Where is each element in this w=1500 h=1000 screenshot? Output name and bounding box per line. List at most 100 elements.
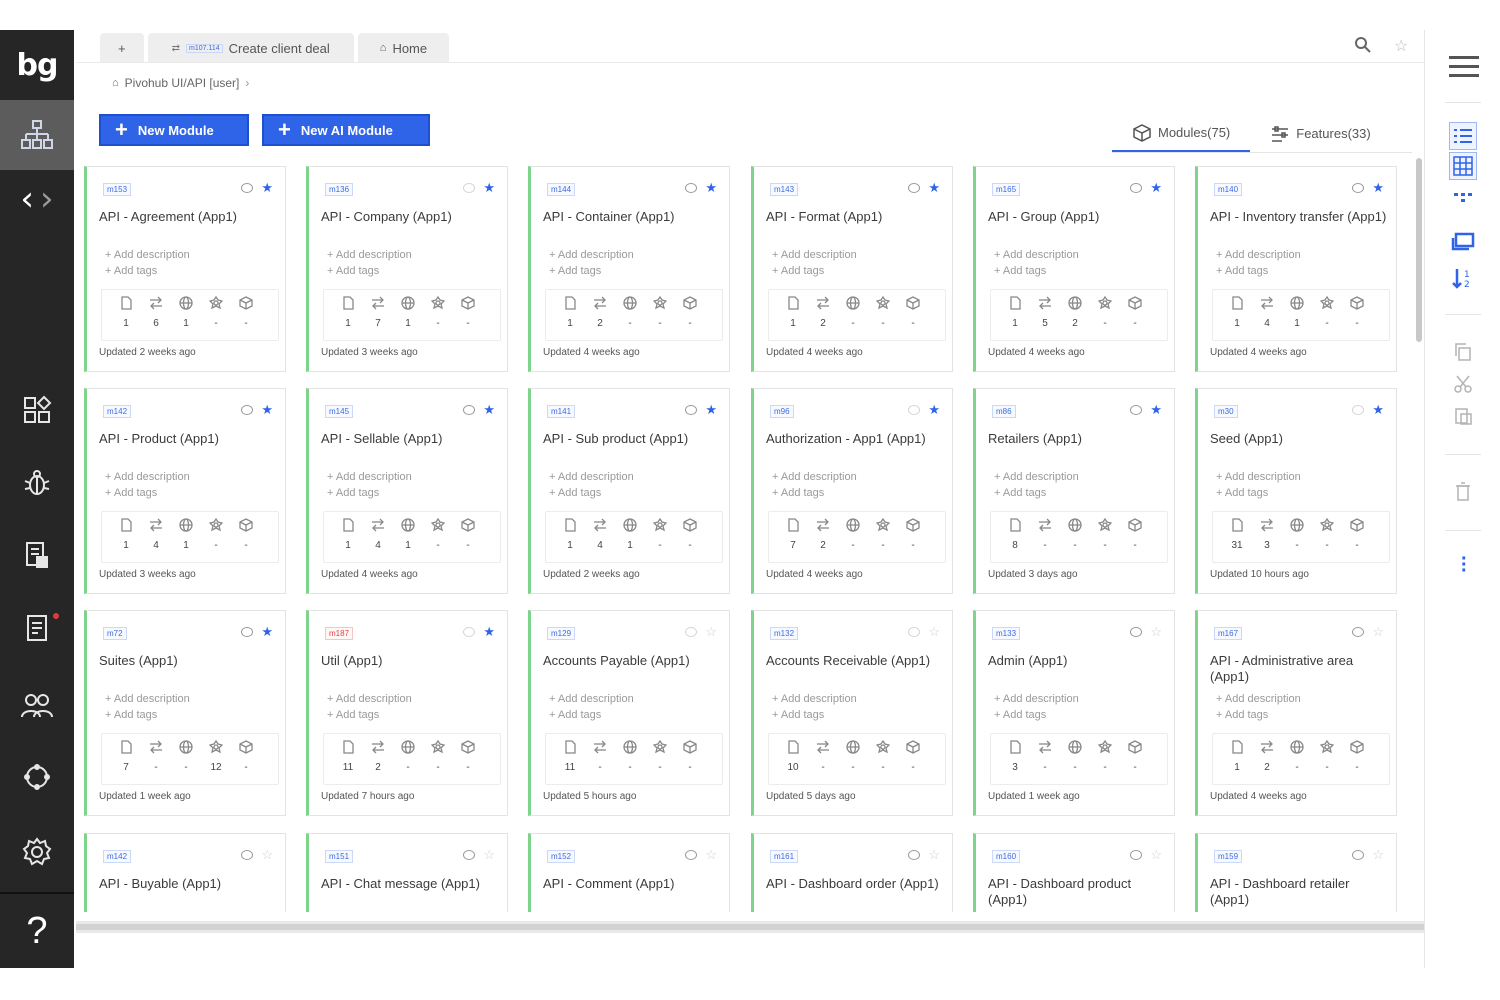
stat-component[interactable]: -: [423, 512, 453, 551]
add-description-link[interactable]: + Add description: [105, 693, 190, 705]
visibility-icon[interactable]: [685, 849, 698, 860]
add-description-link[interactable]: + Add description: [994, 471, 1079, 483]
module-title[interactable]: API - Comment (App1): [543, 876, 723, 892]
stat-component[interactable]: -: [201, 512, 231, 551]
module-title[interactable]: Util (App1): [321, 653, 501, 669]
stat-package[interactable]: -: [453, 512, 483, 551]
sidebar-item-sitemap[interactable]: [0, 100, 74, 170]
stat-globe[interactable]: -: [1060, 512, 1090, 551]
visibility-icon[interactable]: [685, 404, 698, 415]
stat-package[interactable]: -: [1120, 290, 1150, 329]
star-icon[interactable]: ★: [483, 181, 495, 194]
stat-globe[interactable]: -: [615, 734, 645, 773]
scissors-icon[interactable]: [1449, 370, 1477, 398]
add-tags-link[interactable]: + Add tags: [1216, 265, 1268, 277]
stat-transfer[interactable]: 4: [141, 512, 171, 551]
visibility-icon[interactable]: [1352, 626, 1365, 637]
module-card[interactable]: m96 ★ Authorization - App1 (App1) + Add …: [751, 388, 953, 594]
star-icon[interactable]: ★: [928, 181, 940, 194]
stat-globe[interactable]: 1: [171, 512, 201, 551]
stat-globe[interactable]: 1: [615, 512, 645, 551]
grid-view-icon[interactable]: [1449, 152, 1477, 180]
sidebar-item-bugs[interactable]: [0, 458, 74, 508]
add-description-link[interactable]: + Add description: [327, 471, 412, 483]
stat-globe[interactable]: -: [838, 290, 868, 329]
visibility-icon[interactable]: [1130, 182, 1143, 193]
back-arrow-icon[interactable]: ‹: [20, 179, 34, 219]
module-card[interactable]: m144 ★ API - Container (App1) + Add desc…: [528, 166, 730, 372]
add-tags-link[interactable]: + Add tags: [327, 265, 379, 277]
module-card[interactable]: m167 ☆ API - Administrative area (App1) …: [1195, 610, 1397, 816]
stat-document[interactable]: 1: [555, 290, 585, 329]
add-description-link[interactable]: + Add description: [994, 693, 1079, 705]
stat-package[interactable]: -: [231, 734, 261, 773]
module-title[interactable]: API - Dashboard retailer (App1): [1210, 876, 1390, 908]
stat-component[interactable]: -: [868, 512, 898, 551]
stat-package[interactable]: -: [453, 734, 483, 773]
stat-package[interactable]: -: [1120, 512, 1150, 551]
paste-icon[interactable]: [1449, 402, 1477, 430]
add-tags-link[interactable]: + Add tags: [994, 709, 1046, 721]
stat-component[interactable]: -: [1090, 734, 1120, 773]
module-title[interactable]: API - Company (App1): [321, 209, 501, 225]
tab-new[interactable]: +: [100, 33, 144, 63]
module-card[interactable]: m165 ★ API - Group (App1) + Add descript…: [973, 166, 1175, 372]
add-tags-link[interactable]: + Add tags: [327, 487, 379, 499]
star-icon[interactable]: ☆: [1150, 848, 1162, 861]
stat-component[interactable]: 12: [201, 734, 231, 773]
stat-document[interactable]: 1: [333, 512, 363, 551]
stat-document[interactable]: 1: [1222, 290, 1252, 329]
star-icon[interactable]: ★: [1150, 181, 1162, 194]
module-title[interactable]: Admin (App1): [988, 653, 1168, 669]
stat-document[interactable]: 1: [111, 290, 141, 329]
star-icon[interactable]: ★: [705, 181, 717, 194]
visibility-icon[interactable]: [685, 626, 698, 637]
module-card[interactable]: m136 ★ API - Company (App1) + Add descri…: [306, 166, 508, 372]
module-card[interactable]: m72 ★ Suites (App1) + Add description + …: [84, 610, 286, 816]
stat-package[interactable]: -: [1120, 734, 1150, 773]
stat-globe[interactable]: -: [615, 290, 645, 329]
app-logo[interactable]: bg: [0, 30, 74, 100]
module-card[interactable]: m159 ☆ API - Dashboard retailer (App1) +…: [1195, 833, 1397, 912]
stat-globe[interactable]: 1: [393, 512, 423, 551]
star-icon[interactable]: ★: [1150, 403, 1162, 416]
visibility-icon[interactable]: [241, 626, 254, 637]
module-title[interactable]: API - Dashboard product (App1): [988, 876, 1168, 908]
stat-transfer[interactable]: 5: [1030, 290, 1060, 329]
visibility-icon[interactable]: [908, 182, 921, 193]
module-title[interactable]: Accounts Receivable (App1): [766, 653, 946, 669]
star-icon[interactable]: ★: [928, 403, 940, 416]
stat-globe[interactable]: -: [1060, 734, 1090, 773]
stat-transfer[interactable]: 2: [808, 290, 838, 329]
stat-package[interactable]: -: [898, 290, 928, 329]
add-tags-link[interactable]: + Add tags: [994, 487, 1046, 499]
module-card[interactable]: m132 ☆ Accounts Receivable (App1) + Add …: [751, 610, 953, 816]
stat-package[interactable]: -: [453, 290, 483, 329]
stat-component[interactable]: -: [1090, 290, 1120, 329]
stat-document[interactable]: 11: [555, 734, 585, 773]
add-tags-link[interactable]: + Add tags: [772, 709, 824, 721]
stat-package[interactable]: -: [898, 512, 928, 551]
add-description-link[interactable]: + Add description: [327, 249, 412, 261]
tab-home[interactable]: ⌂ Home: [357, 33, 450, 63]
add-description-link[interactable]: + Add description: [1216, 249, 1301, 261]
stat-component[interactable]: -: [645, 512, 675, 551]
vertical-scrollbar[interactable]: [1414, 156, 1424, 922]
visibility-icon[interactable]: [908, 626, 921, 637]
scroll-thumb[interactable]: [1416, 158, 1422, 342]
module-card[interactable]: m142 ☆ API - Buyable (App1) + Add descri…: [84, 833, 286, 912]
stat-component[interactable]: -: [645, 290, 675, 329]
stat-component[interactable]: -: [868, 290, 898, 329]
more-options-icon[interactable]: · · ·: [1461, 549, 1468, 581]
visibility-icon[interactable]: [241, 849, 254, 860]
list-view-icon[interactable]: [1449, 122, 1477, 150]
add-description-link[interactable]: + Add description: [772, 249, 857, 261]
stat-globe[interactable]: -: [838, 512, 868, 551]
stat-document[interactable]: 3: [1000, 734, 1030, 773]
stat-component[interactable]: -: [1312, 290, 1342, 329]
new-ai-module-button[interactable]: + New AI Module: [262, 114, 430, 146]
module-title[interactable]: Retailers (App1): [988, 431, 1168, 447]
stat-transfer[interactable]: 6: [141, 290, 171, 329]
stat-transfer[interactable]: 4: [363, 512, 393, 551]
star-icon[interactable]: ☆: [928, 848, 940, 861]
